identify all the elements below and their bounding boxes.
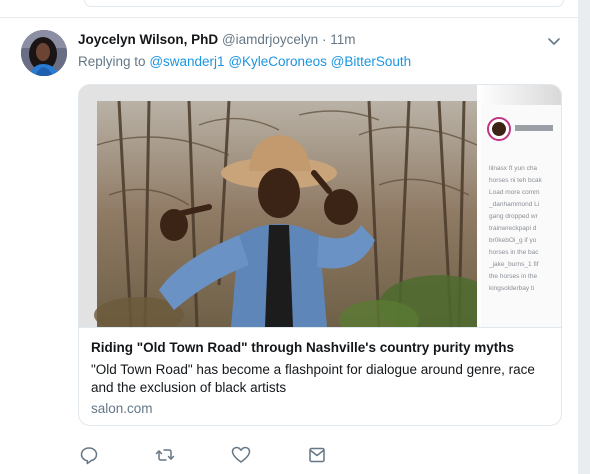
timeline: Joycelyn Wilson, PhD @iamdrjoycelyn · 11… xyxy=(0,0,578,474)
card-title: Riding "Old Town Road" through Nashville… xyxy=(91,340,515,355)
ig-comment-line: Load more comm xyxy=(489,189,540,196)
reply-icon[interactable] xyxy=(78,444,100,466)
ig-comment-line: the horses in the xyxy=(489,273,538,280)
previous-tweet-card-edge xyxy=(84,0,564,7)
scrollbar[interactable] xyxy=(578,0,590,474)
dm-icon[interactable] xyxy=(306,444,328,466)
link-card[interactable]: lilnasx ft yun cha horses ni teh bcak Lo… xyxy=(78,84,562,426)
avatar[interactable] xyxy=(21,30,67,76)
author-name[interactable]: Joycelyn Wilson, PhD xyxy=(78,32,218,47)
avatar-image xyxy=(21,30,67,76)
ig-comment-line: horses in the bac xyxy=(489,249,539,256)
replying-to-line: Replying to @swanderj1 @KyleCoroneos @Bi… xyxy=(78,54,411,69)
chevron-down-icon[interactable] xyxy=(546,33,562,49)
card-domain: salon.com xyxy=(91,401,153,416)
ig-comment-line: horses ni teh bcak xyxy=(489,177,542,184)
mention-link[interactable]: @swanderj1 xyxy=(149,54,224,69)
card-text: Riding "Old Town Road" through Nashville… xyxy=(79,327,561,425)
like-icon[interactable] xyxy=(230,444,252,466)
author-handle[interactable]: @iamdrjoycelyn xyxy=(222,32,318,47)
mention-link[interactable]: @BitterSouth xyxy=(331,54,412,69)
ig-comment-line: kingsolderbay ti xyxy=(489,285,535,292)
retweet-icon[interactable] xyxy=(154,444,176,466)
mention-link[interactable]: @KyleCoroneos xyxy=(228,54,327,69)
ig-comment-line: lilnasx ft yun cha xyxy=(489,165,538,172)
tweet-timestamp[interactable]: 11m xyxy=(330,32,355,47)
ig-comment-line: _danhammond Li xyxy=(489,201,540,208)
tweet-header: Joycelyn Wilson, PhD @iamdrjoycelyn · 11… xyxy=(78,32,355,47)
ig-comment-line: br0kebOi_g if yo xyxy=(489,237,537,244)
ig-comment-line: gang dropped wr xyxy=(489,213,538,220)
card-image: lilnasx ft yun cha horses ni teh bcak Lo… xyxy=(79,85,561,327)
separator-dot: · xyxy=(321,32,327,47)
instagram-comments: lilnasx ft yun cha horses ni teh bcak Lo… xyxy=(489,163,561,295)
ig-comment-line: trainwreckpapi d xyxy=(489,225,537,232)
card-description: "Old Town Road" has become a flashpoint … xyxy=(91,362,535,395)
tweet-divider xyxy=(0,17,578,18)
ig-comment-line: _jake_burns_1 fif xyxy=(489,261,539,268)
replying-to-label: Replying to xyxy=(78,54,146,69)
